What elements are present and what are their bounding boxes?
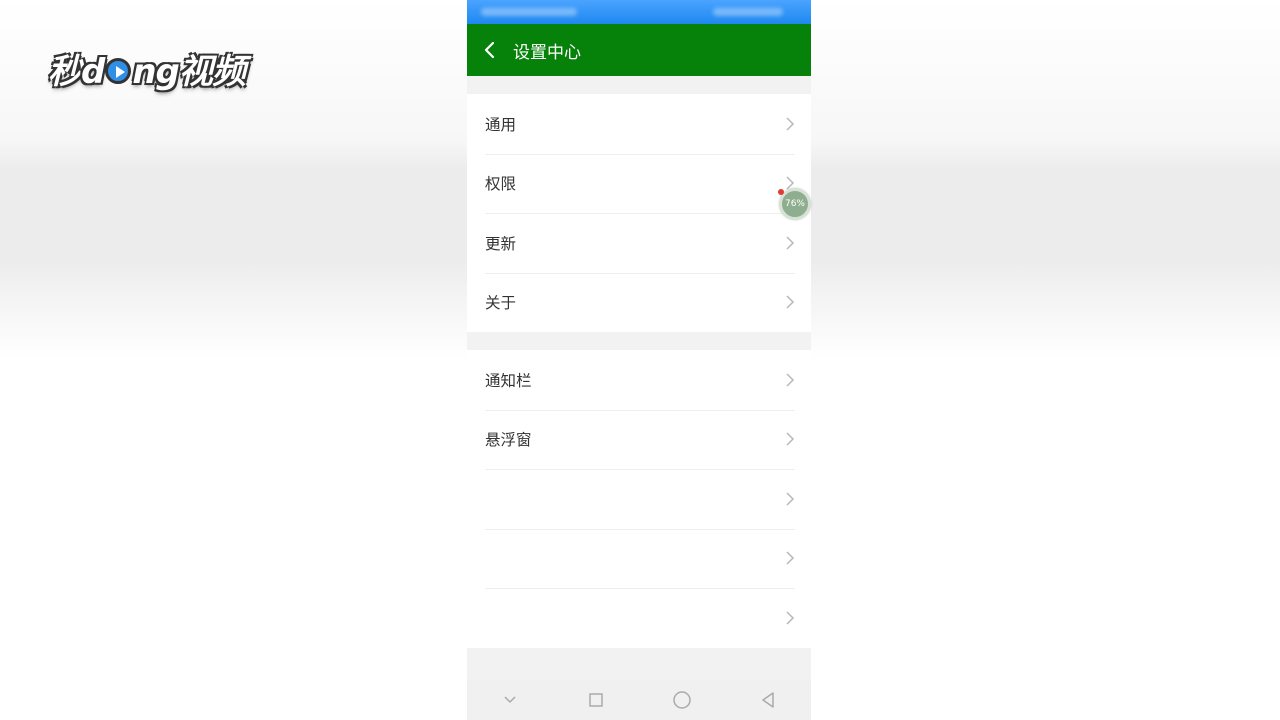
home-button[interactable] [662,682,702,718]
page-title: 设置中心 [513,42,581,63]
recent-apps-icon [589,693,603,707]
status-bar-left-blur [481,8,577,16]
status-bar [467,0,811,24]
settings-item-general[interactable]: 通用 [467,94,811,154]
back-triangle-icon [762,692,774,708]
settings-item-notification-bar[interactable]: 通知栏 [467,350,811,410]
chevron-right-icon [786,611,795,625]
settings-item-blurred[interactable] [467,528,811,589]
settings-section-2: 通知栏 悬浮窗 [467,350,811,648]
watermark-char: 秒 [48,52,82,92]
settings-item-label: 关于 [485,294,517,313]
settings-item-blurred[interactable] [467,469,811,529]
settings-item-permissions[interactable]: 权限 [467,153,811,214]
settings-item-label: 通知栏 [485,371,532,390]
back-button[interactable] [467,24,513,76]
settings-item-label: 悬浮窗 [485,431,532,450]
settings-item-blurred[interactable] [467,588,811,648]
watermark-logo: 秒d ng视频 [48,44,246,93]
home-icon [673,691,691,709]
watermark-char: 视频 [178,52,246,92]
play-icon [105,57,132,84]
watermark-char: d [81,52,105,92]
settings-item-about[interactable]: 关于 [467,272,811,333]
settings-item-label: 权限 [485,175,517,194]
chevron-right-icon [786,432,795,446]
phone-screen: 设置中心 通用 权限 更新 关于 通知栏 悬浮窗 [467,0,811,720]
chevron-right-icon [786,492,795,506]
chevron-right-icon [786,295,795,309]
hide-nav-button[interactable] [490,682,530,718]
settings-item-label: 通用 [485,115,517,134]
recent-apps-button[interactable] [576,682,616,718]
chevron-right-icon [786,117,795,131]
system-back-button[interactable] [748,682,788,718]
chevron-right-icon [786,551,795,565]
chevron-right-icon [786,236,795,250]
settings-section-1: 通用 权限 更新 关于 [467,94,811,332]
chevron-left-icon [484,41,495,59]
settings-item-update[interactable]: 更新 [467,213,811,273]
chevron-right-icon [786,373,795,387]
chevron-down-icon [504,696,516,704]
notification-dot [778,189,784,195]
system-nav-bar [467,680,811,720]
memory-percent: 76% [784,199,805,209]
settings-item-label: 更新 [485,234,517,253]
watermark-char: ng [132,52,180,92]
app-bar: 设置中心 [467,24,811,76]
settings-item-floating-window[interactable]: 悬浮窗 [467,409,811,470]
status-bar-right-blur [713,8,783,16]
